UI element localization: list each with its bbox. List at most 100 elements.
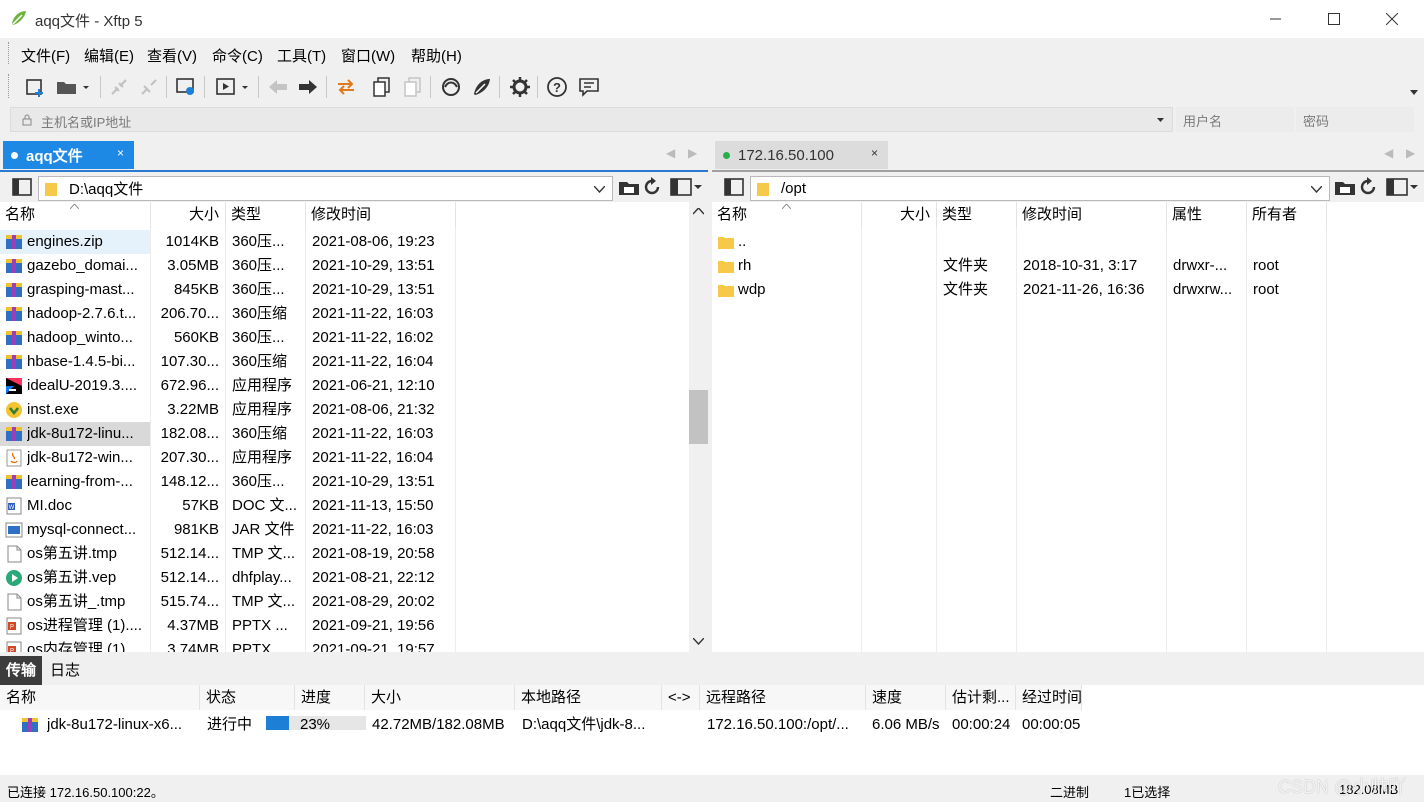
connect-button[interactable] xyxy=(106,74,132,100)
tab-transfer[interactable]: 传输 xyxy=(0,656,42,685)
panel-toggle-icon[interactable] xyxy=(724,178,744,196)
home-folder-icon[interactable] xyxy=(1334,178,1356,196)
scroll-up-icon[interactable] xyxy=(693,208,704,215)
file-row[interactable]: os第五讲.tmp 512.14... TMP 文... 2021-08-19, 20… xyxy=(0,542,688,566)
close-button[interactable] xyxy=(1363,0,1421,38)
file-row[interactable]: learning-from-... 148.12... 360压... 2021-10… xyxy=(0,470,688,494)
password-input[interactable]: 密码 xyxy=(1296,107,1414,132)
file-row[interactable]: engines.zip 1014KB 360压... 2021-08-06, 19:2… xyxy=(0,230,688,254)
file-row[interactable]: rh 文件夹 2018-10-31, 3:17 drwxr-... root xyxy=(712,254,1424,278)
menu-tools[interactable]: 工具(T) xyxy=(277,45,326,66)
svg-text:W: W xyxy=(9,505,15,511)
file-row[interactable]: os第五讲_.tmp 515.74... TMP 文... 2021-08-29, 2… xyxy=(0,590,688,614)
local-path-input[interactable]: D:\aqq文件 xyxy=(38,176,613,201)
xfer-col-status[interactable]: 状态 xyxy=(200,685,295,710)
col-mtime-header[interactable]: 修改时间 xyxy=(1017,202,1167,228)
tab-remote[interactable]: 172.16.50.100 × xyxy=(715,141,888,169)
file-row[interactable]: Pos内存管理 (1)... 3.74MB PPTX ... 2021-09-21, … xyxy=(0,638,688,652)
help-button[interactable]: ? xyxy=(544,74,570,100)
file-row[interactable]: mysql-connect... 981KB JAR 文件 2021-11-22, 1… xyxy=(0,518,688,542)
col-attr-header[interactable]: 属性 xyxy=(1167,202,1247,228)
forward-button[interactable] xyxy=(295,74,321,100)
file-row[interactable]: hadoop_winto... 560KB 360压... 2021-11-22, 1… xyxy=(0,326,688,350)
col-size-header[interactable]: 大小 xyxy=(151,202,226,228)
menu-edit[interactable]: 编辑(E) xyxy=(84,45,134,66)
tab-scroll-left-icon[interactable]: ◀ xyxy=(1384,146,1393,160)
file-row[interactable]: jdk-8u172-linu... 182.08... 360压缩 2021-11-2… xyxy=(0,422,688,446)
host-dropdown-icon[interactable] xyxy=(1157,118,1164,123)
local-scrollbar[interactable] xyxy=(689,202,708,652)
file-row[interactable]: jdk-8u172-win... 207.30... 应用程序 2021-11-22,… xyxy=(0,446,688,470)
file-row[interactable]: Pos进程管理 (1).... 4.37MB PPTX ... 2021-09-21,… xyxy=(0,614,688,638)
home-folder-icon[interactable] xyxy=(618,178,640,196)
scroll-down-icon[interactable] xyxy=(693,638,704,645)
col-size-header[interactable]: 大小 xyxy=(862,202,937,228)
properties-button[interactable] xyxy=(173,74,199,100)
transfer-button[interactable] xyxy=(333,74,359,100)
file-row[interactable]: .. xyxy=(712,230,1424,254)
file-row[interactable]: grasping-mast... 845KB 360压... 2021-10-29, … xyxy=(0,278,688,302)
tab-local[interactable]: aqq文件 × xyxy=(3,141,134,169)
file-row[interactable]: hadoop-2.7.6.t... 206.70... 360压缩 2021-11-2… xyxy=(0,302,688,326)
path-dropdown-icon[interactable] xyxy=(1311,186,1322,193)
refresh-icon[interactable] xyxy=(1358,177,1378,197)
col-mtime-header[interactable]: 修改时间 xyxy=(306,202,456,228)
svg-text:?: ? xyxy=(553,80,561,95)
panel-toggle-icon[interactable] xyxy=(12,178,32,196)
menu-view[interactable]: 查看(V) xyxy=(147,45,197,66)
file-row[interactable]: os第五讲.vep 512.14... dhfplay... 2021-08-21, … xyxy=(0,566,688,590)
host-input[interactable]: 主机名或IP地址 xyxy=(10,107,1173,132)
xfer-col-progress[interactable]: 进度 xyxy=(295,685,365,710)
view-mode-icon[interactable] xyxy=(670,178,702,196)
file-row[interactable]: W MI.doc 57KB DOC 文... 2021-11-13, 15:50 xyxy=(0,494,688,518)
menu-window[interactable]: 窗口(W) xyxy=(341,45,395,66)
xfer-col-name[interactable]: 名称 xyxy=(0,685,200,710)
tab-log[interactable]: 日志 xyxy=(50,656,80,685)
xftp-button[interactable] xyxy=(469,74,495,100)
xfer-col-direction[interactable]: <-> xyxy=(662,685,700,710)
username-input[interactable]: 用户名 xyxy=(1176,107,1294,132)
paste-button[interactable] xyxy=(400,74,426,100)
xshell-button[interactable] xyxy=(438,74,464,100)
xfer-col-local[interactable]: 本地路径 xyxy=(515,685,662,710)
copy-button[interactable] xyxy=(369,74,395,100)
file-row[interactable]: hbase-1.4.5-bi... 107.30... 360压缩 2021-11-2… xyxy=(0,350,688,374)
tab-scroll-right-icon[interactable]: ▶ xyxy=(688,146,697,160)
file-size: 3.74MB xyxy=(167,641,219,652)
col-type-header[interactable]: 类型 xyxy=(226,202,306,228)
menu-command[interactable]: 命令(C) xyxy=(212,45,263,66)
path-dropdown-icon[interactable] xyxy=(594,186,605,193)
xfer-col-speed[interactable]: 速度 xyxy=(866,685,946,710)
col-owner-header[interactable]: 所有者 xyxy=(1247,202,1327,228)
remote-path-input[interactable]: /opt xyxy=(750,176,1330,201)
scroll-thumb[interactable] xyxy=(689,390,708,444)
back-button[interactable] xyxy=(265,74,291,100)
maximize-button[interactable] xyxy=(1305,0,1363,38)
menu-file[interactable]: 文件(F) xyxy=(21,45,70,66)
open-button[interactable] xyxy=(53,74,93,100)
feedback-button[interactable] xyxy=(576,74,602,100)
tab-close-icon[interactable]: × xyxy=(117,146,124,160)
tab-scroll-right-icon[interactable]: ▶ xyxy=(1406,146,1415,160)
view-mode-icon[interactable] xyxy=(1386,178,1418,196)
file-row[interactable]: wdp 文件夹 2021-11-26, 16:36 drwxrw... root xyxy=(712,278,1424,302)
refresh-icon[interactable] xyxy=(642,177,662,197)
menu-help[interactable]: 帮助(H) xyxy=(411,45,462,66)
file-row[interactable]: inst.exe 3.22MB 应用程序 2021-08-06, 21:32 xyxy=(0,398,688,422)
archive-icon xyxy=(6,427,22,441)
xfer-col-remote[interactable]: 远程路径 xyxy=(700,685,866,710)
terminal-button[interactable] xyxy=(213,74,253,100)
col-type-header[interactable]: 类型 xyxy=(937,202,1017,228)
file-row[interactable]: gazebo_domai... 3.05MB 360压... 2021-10-29, … xyxy=(0,254,688,278)
xfer-col-eta[interactable]: 估计剩... xyxy=(946,685,1016,710)
xfer-col-elapsed[interactable]: 经过时间 xyxy=(1016,685,1082,710)
disconnect-button[interactable] xyxy=(136,74,162,100)
file-row[interactable]: idealU-2019.3.... 672.96... 应用程序 2021-06-21… xyxy=(0,374,688,398)
options-button[interactable] xyxy=(507,74,533,100)
minimize-button[interactable] xyxy=(1247,0,1305,38)
tab-close-icon[interactable]: × xyxy=(871,146,878,160)
xfer-col-size[interactable]: 大小 xyxy=(365,685,515,710)
tab-scroll-left-icon[interactable]: ◀ xyxy=(666,146,675,160)
toolbar-overflow-icon[interactable] xyxy=(1410,90,1418,96)
new-session-button[interactable] xyxy=(23,74,49,100)
